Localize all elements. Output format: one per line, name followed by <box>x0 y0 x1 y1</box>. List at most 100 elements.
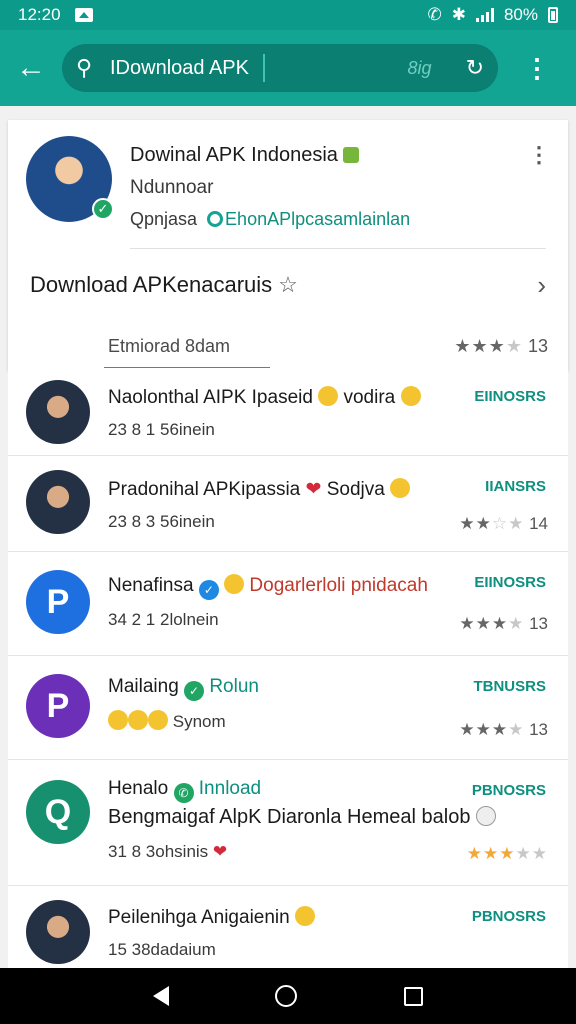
profile-title: Dowinal APK Indonesia <box>130 144 410 167</box>
item-meta: 23 8 1 56inein <box>108 420 215 439</box>
status-time: 12:20 <box>18 5 61 24</box>
app-logo-icon: P <box>46 583 70 621</box>
nav-home-icon[interactable] <box>275 985 298 1007</box>
item-tag: PBNOSRS <box>471 908 546 925</box>
avatar <box>26 470 90 534</box>
verified-icon: ✓ <box>92 198 114 220</box>
download-label: Download APKenacaruis <box>30 272 273 297</box>
item-meta: Synom <box>108 710 226 732</box>
tab-active[interactable]: Etmiorad 8dam <box>108 336 230 357</box>
favorite-star-icon[interactable]: ☆ <box>278 272 298 298</box>
emoji-icon <box>224 574 245 594</box>
item-tag: IIANSRS <box>485 478 546 495</box>
item-tag: EIINOSRS <box>474 574 546 591</box>
item-title: Mailaing ✓ Rolun <box>108 676 259 701</box>
emoji-icon <box>476 806 497 826</box>
emoji-icon <box>128 710 148 730</box>
item-tag: TBNUSRS <box>473 678 546 695</box>
list-item[interactable]: P Mailaing ✓ Rolun Synom TBNUSRS ★★★★ 13 <box>8 656 568 760</box>
text-cursor <box>262 54 265 82</box>
search-icon: ⚲ <box>76 55 93 80</box>
item-title: Nenafinsa ✓ Dogarlerloli pnidacah <box>108 574 428 600</box>
item-link[interactable]: Innload <box>199 778 261 799</box>
tab-bar: Etmiorad 8dam ★★★★ 13 <box>8 321 568 371</box>
item-meta: 31 8 3ohsinis ❤ <box>108 842 228 861</box>
list-item[interactable]: Pradonihal APKipassia ❤ Sodjva 23 8 3 56… <box>8 456 568 552</box>
item-meta: 23 8 3 56inein <box>108 512 215 531</box>
verified-icon: ✓ <box>184 681 205 701</box>
list-item[interactable]: Q Henalo ✆ Innload Bengmaigaf AlpK Diaro… <box>8 760 568 886</box>
avatar: P <box>26 570 90 634</box>
download-row[interactable]: Download APKenacaruis ☆ › <box>8 249 568 321</box>
signal-icon <box>475 8 494 22</box>
item-rating: ★★★★ 13 <box>459 614 548 633</box>
item-tag: PBNOSRS <box>471 782 546 799</box>
rating-stars-icon: ★★★★★ <box>466 844 548 863</box>
rating-stars-icon: ★★★★ <box>459 614 525 633</box>
heart-icon: ❤ <box>212 842 228 861</box>
emoji-icon <box>148 710 168 730</box>
heart-icon: ❤ <box>305 479 322 500</box>
emoji-icon <box>318 386 339 406</box>
back-arrow-icon[interactable]: ← <box>0 30 62 106</box>
avatar <box>26 900 90 964</box>
verified-icon: ✓ <box>198 580 219 600</box>
item-rating: ★★★★★ <box>467 844 548 864</box>
search-input[interactable]: ⚲ IDownload APK 8ig ↻ <box>62 44 498 92</box>
emoji-icon <box>295 906 315 926</box>
item-title: Peilenihga Anigaienin <box>108 906 315 929</box>
notification-icon <box>74 8 93 22</box>
battery-percent: 80% <box>503 5 538 24</box>
whatsapp-icon: ✆ <box>173 783 194 803</box>
emoji-icon <box>108 710 128 730</box>
avatar: Q <box>26 780 90 844</box>
item-rating: ★★☆★ 14 <box>459 514 548 533</box>
profile-header[interactable]: ✓ Dowinal APK Indonesia Ndunnoar Qpnjasa… <box>8 120 568 248</box>
battery-icon <box>548 7 558 23</box>
profile-card: ✓ Dowinal APK Indonesia Ndunnoar Qpnjasa… <box>8 120 568 371</box>
list-item[interactable]: Naolonthal AIPK Ipaseid vodira 23 8 1 56… <box>8 368 568 456</box>
rating-stars-icon: ★★☆★ <box>459 514 525 533</box>
item-title: Pradonihal APKipassia ❤ Sodjva <box>108 478 411 501</box>
app-logo-icon: P <box>46 687 70 725</box>
profile-subtitle: Ndunnoar <box>130 177 214 198</box>
android-badge-icon <box>343 147 360 163</box>
item-link[interactable]: Rolun <box>209 676 259 697</box>
item-meta: 34 2 1 2lolnein <box>108 610 219 629</box>
emoji-icon <box>390 478 411 498</box>
system-nav-bar <box>0 968 576 1024</box>
profile-info: Dowinal APK Indonesia Ndunnoar Qpnjasa Eh… <box>130 136 410 248</box>
list-item[interactable]: Peilenihga Anigaienin 15 38dadaium PBNOS… <box>8 886 568 972</box>
search-hint: 8ig <box>407 57 432 78</box>
rating-summary: ★★★★ 13 <box>454 335 548 356</box>
avatar <box>26 380 90 444</box>
avatar[interactable]: ✓ <box>26 136 114 222</box>
status-bar: 12:20 ✆ ✱ 80% <box>0 0 576 30</box>
item-description: Bengmaigaf AlpK Diaronla Hemeal balob <box>108 806 497 829</box>
item-link[interactable]: Dogarlerloli pnidacah <box>249 575 428 596</box>
chevron-right-icon: › <box>537 269 546 300</box>
overflow-menu-icon[interactable]: ⋮ <box>498 53 576 84</box>
bluetooth-icon: ✱ <box>451 5 466 24</box>
avatar: P <box>26 674 90 738</box>
item-title: Henalo ✆ Innload <box>108 778 261 803</box>
item-rating: ★★★★ 13 <box>459 720 548 739</box>
profile-meta: Qpnjasa EhonAPlpcasamlainlan <box>130 209 411 229</box>
nfc-icon: ✆ <box>427 5 442 24</box>
status-icons: ✆ ✱ 80% <box>427 5 558 25</box>
profile-menu-icon[interactable]: ⋮ <box>528 142 550 168</box>
app-bar: ← ⚲ IDownload APK 8ig ↻ ⋮ <box>0 30 576 106</box>
app-logo-icon: Q <box>44 793 72 831</box>
refresh-icon[interactable]: ↻ <box>466 55 484 81</box>
item-title: Naolonthal AIPK Ipaseid vodira <box>108 386 421 409</box>
nav-recents-icon[interactable] <box>403 986 423 1006</box>
emoji-icon <box>400 386 421 406</box>
nav-back-icon[interactable] <box>153 986 170 1006</box>
list-item[interactable]: P Nenafinsa ✓ Dogarlerloli pnidacah 34 2… <box>8 552 568 656</box>
item-meta: 15 38dadaium <box>108 940 216 959</box>
rating-stars-icon: ★★★★ <box>459 720 525 739</box>
link-icon <box>207 211 224 227</box>
search-value: IDownload APK <box>110 56 249 79</box>
item-tag: EIINOSRS <box>474 388 546 405</box>
profile-link[interactable]: EhonAPlpcasamlainlan <box>225 209 410 229</box>
